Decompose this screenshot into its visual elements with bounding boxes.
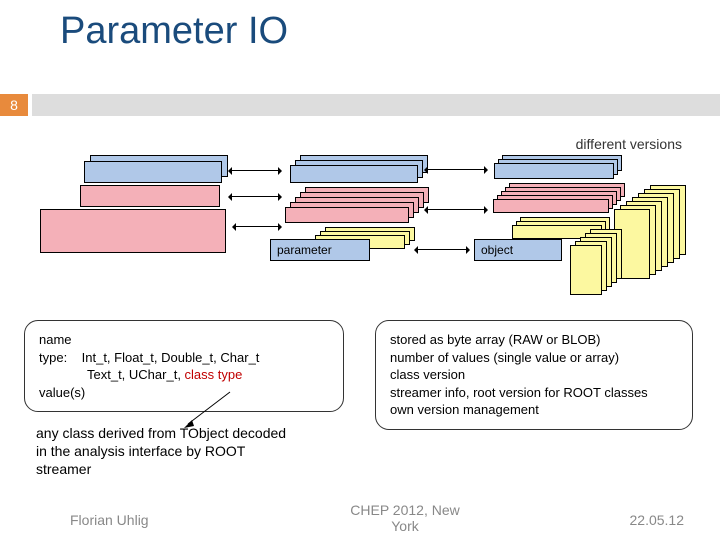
stored-as-box: stored as byte array (RAW or BLOB) numbe… <box>375 320 693 430</box>
dr-l2: number of values (single value or array) <box>390 349 678 367</box>
blue-box <box>494 163 614 179</box>
blue-box <box>290 165 418 183</box>
diagram: Generic parameter container parameter ob… <box>20 155 700 315</box>
parameter-label: parameter <box>271 240 369 260</box>
parameter-box: parameter <box>270 239 370 261</box>
arrow-icon <box>230 196 280 197</box>
object-label: object <box>475 240 561 260</box>
type-list-1: Int_t, Float_t, Double_t, Char_t <box>82 350 260 365</box>
dr-l5: own version management <box>390 401 678 419</box>
pink-box <box>493 199 609 213</box>
type-label: type: <box>39 350 67 365</box>
footer-conference: CHEP 2012, New York <box>340 502 470 534</box>
arrow-icon <box>426 169 486 170</box>
object-box: object <box>474 239 562 261</box>
versions-label: different versions <box>576 136 682 152</box>
blue-box <box>84 161 222 183</box>
arrow-icon <box>426 209 486 210</box>
dr-l4: streamer info, root version for ROOT cla… <box>390 384 678 402</box>
footer-date: 22.05.12 <box>630 512 685 528</box>
slide-title: Parameter IO <box>60 10 288 53</box>
type-line-2: Text_t, UChar_t, class type <box>39 366 329 384</box>
pink-box <box>285 207 409 223</box>
page-number: 8 <box>0 94 28 116</box>
dr-l3: class version <box>390 366 678 384</box>
pink-box <box>40 209 226 253</box>
arrow-icon <box>230 170 280 171</box>
footer-author: Florian Uhlig <box>70 512 149 528</box>
tobject-note: any class derived from TObject decoded i… <box>36 424 296 479</box>
name-line: name <box>39 331 329 349</box>
arrow-icon <box>234 226 280 227</box>
yellow-box <box>570 245 602 295</box>
type-list-2: Text_t, UChar_t, <box>87 367 185 382</box>
header-bar <box>32 94 720 116</box>
dr-l1: stored as byte array (RAW or BLOB) <box>390 331 678 349</box>
arrow-icon <box>416 249 468 250</box>
class-type: class type <box>185 367 243 382</box>
type-line: type: Int_t, Float_t, Double_t, Char_t <box>39 349 329 367</box>
pink-box <box>80 185 220 207</box>
